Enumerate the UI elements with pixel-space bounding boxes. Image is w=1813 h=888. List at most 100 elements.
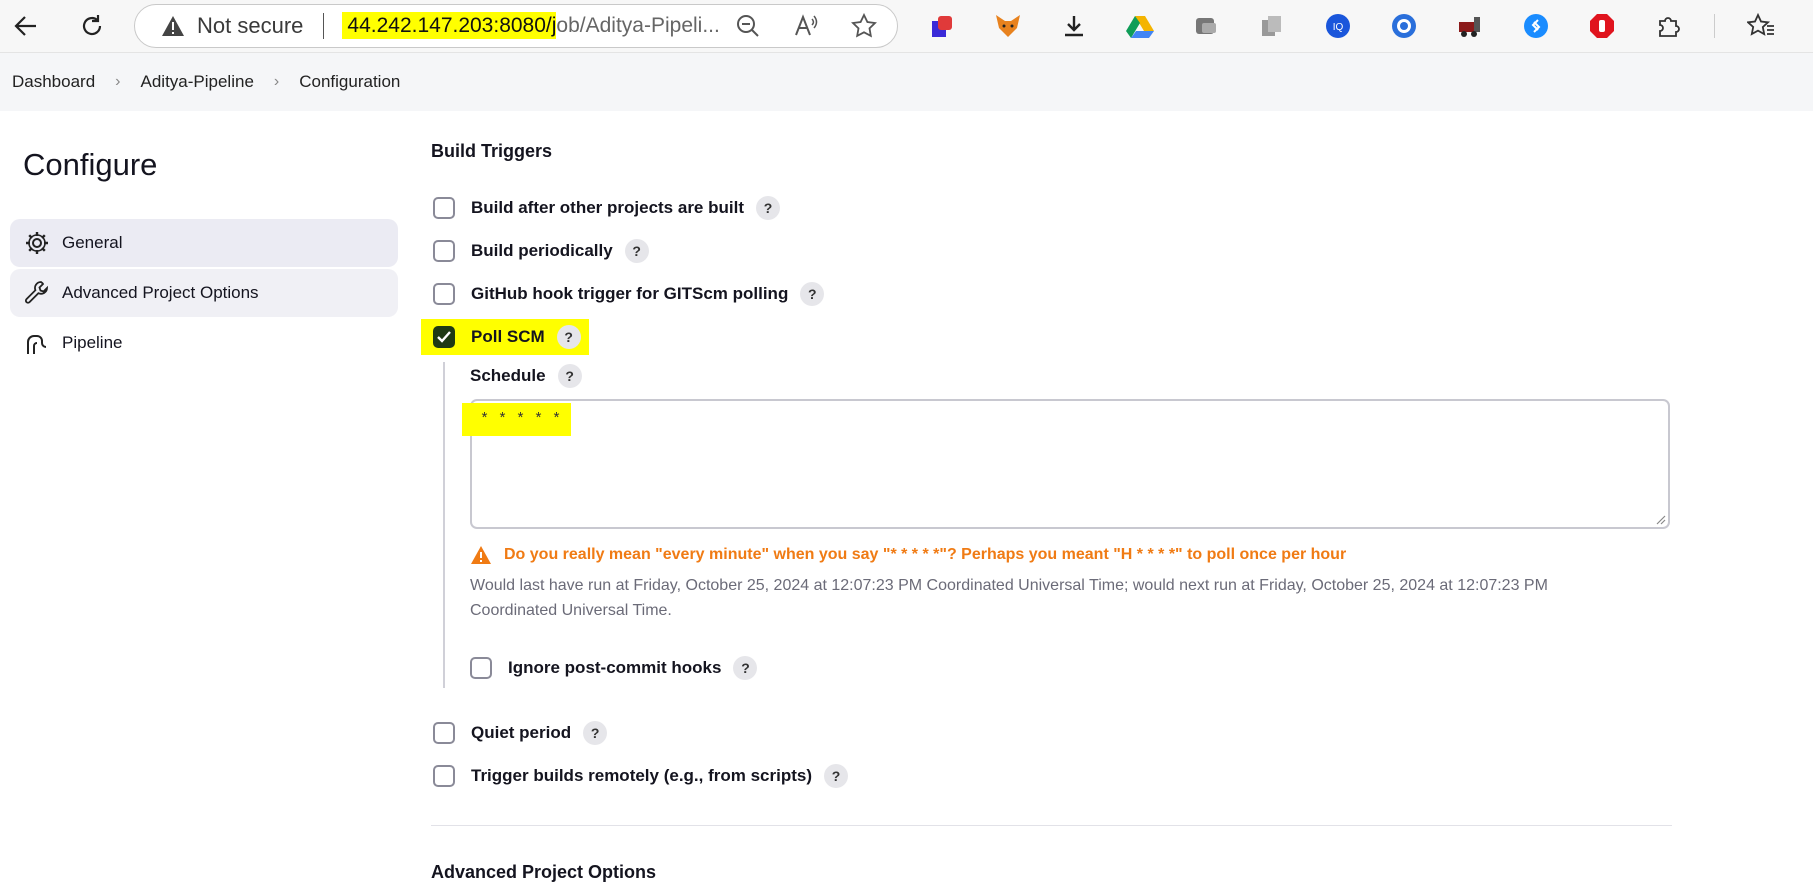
checkbox-label[interactable]: Ignore post-commit hooks — [508, 658, 721, 678]
download-icon — [1065, 16, 1083, 37]
ext-10[interactable] — [1516, 6, 1556, 46]
help-button[interactable]: ? — [824, 764, 849, 788]
checkbox[interactable] — [433, 765, 455, 787]
gear-icon — [26, 232, 48, 254]
ext-4[interactable] — [1120, 6, 1160, 46]
warning-text: Do you really mean "every minute" when y… — [504, 546, 1347, 563]
ext-6[interactable] — [1252, 6, 1292, 46]
not-secure-label: Not secure — [197, 13, 304, 38]
sidebar-item-label: General — [62, 233, 123, 252]
checkbox-label[interactable]: Build after other projects are built — [471, 198, 744, 218]
help-button[interactable]: ? — [557, 364, 582, 388]
help-button[interactable]: ? — [624, 239, 649, 263]
nested-section-line — [443, 362, 445, 688]
resize-grip-icon[interactable] — [1654, 513, 1666, 525]
ext-11[interactable] — [1582, 6, 1622, 46]
breadcrumb: Dashboard › Aditya-Pipeline › Configurat… — [0, 53, 1813, 111]
sidebar-item-advanced-project-options[interactable]: Advanced Project Options — [10, 269, 398, 317]
sidebar-item-label: Advanced Project Options — [62, 283, 259, 302]
ext-2[interactable] — [988, 6, 1028, 46]
schedule-label: Schedule ? — [470, 364, 582, 388]
warning-icon — [471, 546, 491, 564]
url-rest: ob/Aditya-Pipeli... — [556, 14, 720, 37]
checkbox[interactable] — [433, 283, 455, 305]
section-divider — [431, 825, 1672, 826]
toolbar-separator — [1714, 14, 1715, 38]
puzzle-icon — [1659, 17, 1680, 37]
favorites-icon — [1747, 13, 1774, 36]
ext-12[interactable] — [1648, 6, 1688, 46]
sidebar-item-pipeline[interactable]: Pipeline — [10, 319, 398, 367]
checkbox-label[interactable]: GitHub hook trigger for GITScm polling — [471, 284, 788, 304]
stop-hand-icon — [1590, 14, 1614, 38]
ext-1[interactable] — [922, 6, 962, 46]
trigger-build-after-other: Build after other projects are built ? — [433, 196, 780, 220]
breadcrumb-pipeline[interactable]: Aditya-Pipeline — [141, 72, 254, 92]
browser-toolbar: Not secure 44.242.147.203:8080/job/Adity… — [0, 0, 1813, 53]
checkbox-checked[interactable] — [433, 326, 455, 348]
trigger-github-hook: GitHub hook trigger for GITScm polling ? — [433, 282, 825, 306]
checkbox-label[interactable]: Build periodically — [471, 241, 613, 261]
sidebar-item-label: Pipeline — [62, 333, 123, 352]
warning-triangle-icon — [162, 16, 184, 36]
checkbox[interactable] — [433, 722, 455, 744]
zoom-out-icon[interactable] — [735, 13, 761, 39]
help-button[interactable]: ? — [756, 196, 780, 220]
shazam-icon — [1524, 14, 1548, 38]
pipeline-icon — [27, 335, 47, 354]
wrench-icon — [25, 281, 48, 304]
breadcrumb-configuration[interactable]: Configuration — [299, 72, 400, 92]
schedule-label-text: Schedule — [470, 366, 546, 385]
chevron-right-icon: › — [273, 73, 280, 90]
help-button[interactable]: ? — [800, 282, 825, 306]
ext-7[interactable]: IQ — [1318, 6, 1358, 46]
checkbox-label[interactable]: Quiet period — [471, 723, 571, 743]
checkbox[interactable] — [470, 657, 492, 679]
address-bar[interactable]: Not secure 44.242.147.203:8080/job/Adity… — [134, 4, 898, 48]
p-circle-icon — [1392, 14, 1416, 38]
sidebar: Configure General Advanced Project Optio… — [0, 111, 410, 888]
checkbox[interactable] — [433, 240, 455, 262]
train-icon — [1459, 17, 1480, 37]
ext-3[interactable] — [1054, 6, 1094, 46]
favorite-star-icon[interactable] — [851, 13, 877, 39]
sidebar-item-general[interactable]: General — [10, 219, 398, 267]
chevron-right-icon: › — [115, 73, 121, 90]
schedule-value: * * * * * — [462, 403, 572, 436]
arrow-left-icon — [14, 16, 36, 36]
main-content: Build Triggers Build after other project… — [421, 111, 1676, 888]
refresh-button[interactable] — [74, 8, 110, 44]
trigger-builds-remotely: Trigger builds remotely (e.g., from scri… — [433, 764, 849, 788]
section-title-advanced-project-options: Advanced Project Options — [431, 862, 657, 882]
extensions-row: IQ — [922, 6, 1813, 46]
schedule-textarea[interactable]: * * * * * — [462, 399, 1670, 529]
checkbox[interactable] — [433, 197, 455, 219]
help-button[interactable]: ? — [556, 325, 581, 349]
checkbox-label[interactable]: Trigger builds remotely (e.g., from scri… — [471, 766, 812, 786]
more-menu-button[interactable] — [1807, 6, 1813, 46]
breadcrumb-dashboard[interactable]: Dashboard — [12, 72, 95, 92]
schedule-note: Would last have run at Friday, October 2… — [470, 577, 1548, 619]
trigger-quiet-period: Quiet period ? — [433, 721, 608, 745]
drive-icon — [1126, 16, 1154, 38]
check-icon — [437, 331, 451, 343]
read-aloud-icon[interactable] — [793, 13, 819, 39]
help-button[interactable]: ? — [583, 721, 608, 745]
site-info[interactable]: Not secure — [161, 13, 303, 39]
fox-icon — [996, 15, 1020, 37]
ext-9[interactable] — [1450, 6, 1490, 46]
ext-5[interactable] — [1186, 6, 1226, 46]
app-icon — [932, 16, 952, 37]
iq-icon: IQ — [1326, 14, 1350, 38]
trigger-poll-scm: Poll SCM ? — [421, 319, 589, 355]
section-title-build-triggers: Build Triggers — [431, 141, 553, 161]
copy-stack-icon — [1262, 16, 1281, 36]
trigger-build-periodically: Build periodically ? — [433, 239, 649, 263]
url-text[interactable]: 44.242.147.203:8080/job/Aditya-Pipeli... — [342, 12, 720, 39]
checkbox-label[interactable]: Poll SCM — [471, 327, 545, 347]
back-button[interactable] — [8, 8, 44, 44]
ext-8[interactable] — [1384, 6, 1424, 46]
refresh-icon — [82, 15, 102, 36]
help-button[interactable]: ? — [733, 656, 758, 680]
favorites-button[interactable] — [1741, 6, 1781, 46]
